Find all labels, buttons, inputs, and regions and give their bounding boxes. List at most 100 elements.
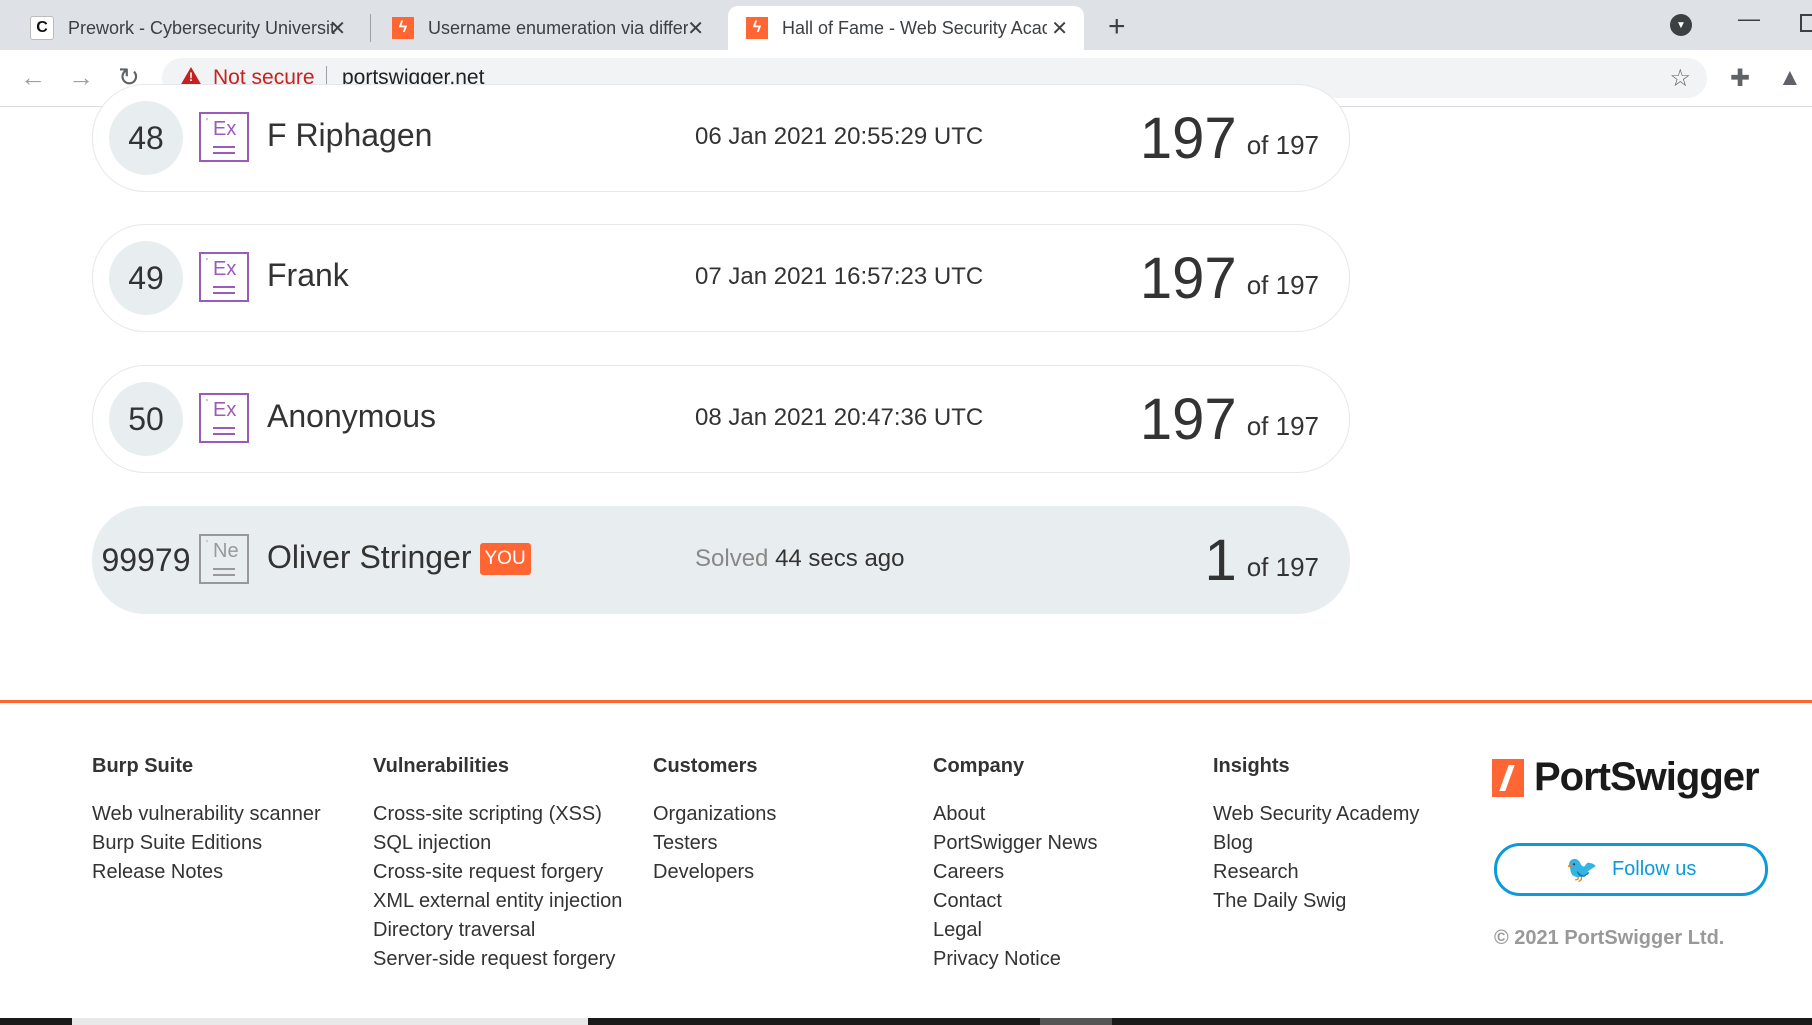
solved-label: Solved	[695, 545, 769, 572]
score: 197 of 197	[1140, 105, 1319, 172]
portswigger-icon: ϟ	[746, 17, 768, 39]
back-icon[interactable]: ←	[20, 62, 46, 93]
footer-link[interactable]: Privacy Notice	[933, 945, 1098, 974]
solved-ago: 44 secs ago	[775, 545, 905, 572]
footer-link[interactable]: SQL injection	[373, 829, 622, 858]
total-count: of 197	[1246, 552, 1319, 582]
footer-link[interactable]: Cross-site request forgery	[373, 858, 622, 887]
user-name-text: Oliver Stringer	[267, 539, 472, 575]
footer-link[interactable]: Testers	[653, 829, 776, 858]
lab-flask-icon[interactable]: ▲	[1778, 64, 1802, 92]
footer-column-customers: Customers Organizations Testers Develope…	[653, 755, 776, 887]
footer-heading: Insights	[1213, 755, 1290, 777]
completion-date: 06 Jan 2021 20:55:29 UTC	[695, 123, 984, 150]
footer-link[interactable]: Web vulnerability scanner	[92, 800, 321, 829]
footer-link[interactable]: Legal	[933, 916, 1098, 945]
maximize-icon[interactable]	[1800, 14, 1812, 32]
extensions-puzzle-icon[interactable]: ✚	[1730, 64, 1750, 93]
user-name: Frank	[267, 257, 349, 293]
total-count: of 197	[1246, 411, 1319, 441]
user-name: Anonymous	[267, 398, 436, 434]
rank-circle: 49	[109, 241, 183, 315]
footer-link[interactable]: XML external entity injection	[373, 887, 622, 916]
rank-circle: 48	[109, 101, 183, 175]
portswigger-icon: ϟ	[392, 17, 414, 39]
footer-heading: Company	[933, 755, 1025, 777]
minimize-icon[interactable]: —	[1738, 6, 1760, 32]
leaderboard-row: 49 ' Ex Frank 07 Jan 2021 16:57:23 UTC 1…	[92, 224, 1350, 332]
horizontal-scrollbar[interactable]	[0, 1018, 1812, 1025]
user-name: Oliver Stringer YOU	[267, 539, 531, 576]
solved-count: 197	[1139, 246, 1237, 311]
footer-divider	[0, 700, 1812, 703]
footer-link[interactable]: Release Notes	[92, 858, 321, 887]
footer-link[interactable]: Directory traversal	[373, 916, 622, 945]
tab-prework[interactable]: C Prework - Cybersecurity Universit ✕	[0, 6, 362, 50]
footer-link[interactable]: Burp Suite Editions	[92, 829, 321, 858]
expert-badge-icon: ' Ex	[199, 393, 249, 443]
expert-badge-icon: ' Ex	[199, 252, 249, 302]
solved-time: Solved 44 secs ago	[695, 545, 904, 573]
tab-username-enumeration[interactable]: ϟ Username enumeration via differ ✕	[362, 6, 720, 50]
close-icon[interactable]: ✕	[329, 16, 346, 41]
rank-circle: 99979	[101, 541, 191, 578]
footer-heading: Vulnerabilities	[373, 755, 509, 777]
current-user-row: 99979 ' Ne Oliver Stringer YOU Solved 44 …	[92, 506, 1350, 614]
footer-link[interactable]: Developers	[653, 858, 776, 887]
scrollbar-thumb[interactable]	[72, 1018, 588, 1025]
solved-count: 1	[1204, 528, 1237, 593]
follow-label: Follow us	[1611, 858, 1697, 880]
portswigger-logo[interactable]: PortSwigger	[1492, 755, 1760, 800]
total-count: of 197	[1246, 130, 1319, 160]
leaderboard-row: 48 ' Ex F Riphagen 06 Jan 2021 20:55:29 …	[92, 84, 1350, 192]
footer-link[interactable]: Research	[1213, 858, 1419, 887]
c-logo-icon: C	[30, 16, 54, 40]
user-name: F Riphagen	[267, 117, 433, 153]
footer-link[interactable]: About	[933, 800, 1098, 829]
badge-symbol: Ex	[213, 258, 237, 280]
footer-column-burp-suite: Burp Suite Web vulnerability scanner Bur…	[92, 755, 321, 887]
footer-link[interactable]: The Daily Swig	[1213, 887, 1419, 916]
footer-link[interactable]: Blog	[1213, 829, 1419, 858]
completion-date: 07 Jan 2021 16:57:23 UTC	[695, 263, 984, 290]
score: 197 of 197	[1140, 245, 1319, 312]
footer-column-vulnerabilities: Vulnerabilities Cross-site scripting (XS…	[373, 755, 622, 974]
scrollbar-segment	[1040, 1018, 1112, 1025]
solved-count: 197	[1139, 387, 1237, 452]
logo-text: PortSwigger	[1534, 755, 1760, 799]
footer-link[interactable]: Organizations	[653, 800, 776, 829]
follow-us-button[interactable]: 🐦 Follow us	[1494, 843, 1768, 896]
badge-symbol: Ne	[213, 540, 239, 562]
badge-symbol: Ex	[213, 399, 237, 421]
twitter-bird-icon: 🐦	[1565, 854, 1598, 884]
bookmark-star-icon[interactable]: ☆	[1669, 64, 1691, 93]
footer-link[interactable]: Contact	[933, 887, 1098, 916]
portswigger-icon	[1492, 758, 1524, 797]
close-icon[interactable]: ✕	[1051, 16, 1068, 41]
footer-column-company: Company About PortSwigger News Careers C…	[933, 755, 1098, 974]
tab-title: Username enumeration via differ	[428, 17, 688, 38]
footer-link[interactable]: Web Security Academy	[1213, 800, 1419, 829]
footer-link[interactable]: PortSwigger News	[933, 829, 1098, 858]
tab-hall-of-fame[interactable]: ϟ Hall of Fame - Web Security Acad ✕	[728, 6, 1084, 50]
forward-icon[interactable]: →	[68, 62, 94, 93]
you-badge: YOU	[479, 543, 531, 575]
score: 197 of 197	[1140, 386, 1319, 453]
footer-link[interactable]: Cross-site scripting (XSS)	[373, 800, 622, 829]
copyright: © 2021 PortSwigger Ltd.	[1494, 927, 1725, 949]
footer-link[interactable]: Server-side request forgery	[373, 945, 622, 974]
badge-symbol: Ex	[213, 118, 237, 140]
footer-column-insights: Insights Web Security Academy Blog Resea…	[1213, 755, 1419, 916]
footer-heading: Customers	[653, 755, 758, 777]
total-count: of 197	[1246, 270, 1319, 300]
tab-title: Hall of Fame - Web Security Acad	[782, 17, 1047, 38]
tab-search-icon[interactable]: ▼	[1670, 14, 1692, 36]
expert-badge-icon: ' Ex	[199, 112, 249, 162]
footer-link[interactable]: Careers	[933, 858, 1098, 887]
solved-count: 197	[1139, 106, 1237, 171]
score: 1 of 197	[1204, 527, 1319, 594]
close-icon[interactable]: ✕	[687, 16, 704, 41]
newbie-badge-icon: ' Ne	[199, 534, 249, 584]
tab-title: Prework - Cybersecurity Universit	[68, 17, 336, 38]
new-tab-icon[interactable]: +	[1108, 10, 1126, 44]
